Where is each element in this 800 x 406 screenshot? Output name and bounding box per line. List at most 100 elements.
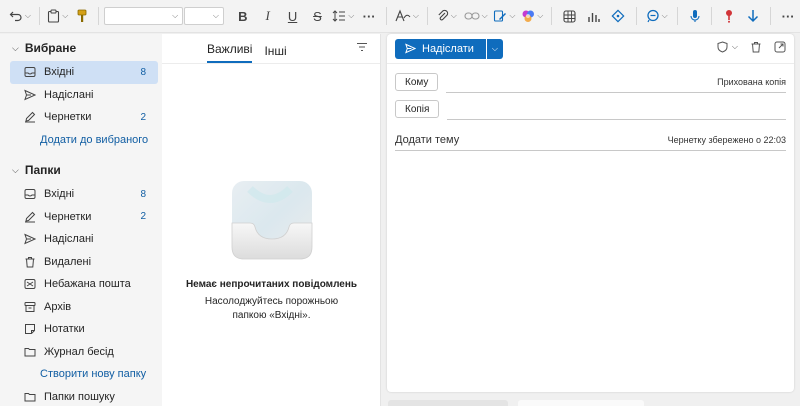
- pencil-icon: [24, 211, 36, 223]
- folder-icon: [24, 346, 36, 358]
- folder-item-deleted[interactable]: Видалені: [10, 251, 158, 274]
- line-spacing-button[interactable]: ⌵: [329, 4, 357, 28]
- pop-out-button[interactable]: [774, 41, 786, 53]
- pop-out-icon: [774, 41, 786, 53]
- sidebar-item-label: Архів: [44, 300, 72, 313]
- loop-button[interactable]: ⌵: [642, 4, 672, 28]
- apps-button[interactable]: [605, 4, 631, 28]
- styles-button[interactable]: ⌵: [392, 4, 422, 28]
- bottom-tab[interactable]: [518, 400, 644, 406]
- inbox-tabs: Важливі Інші: [162, 34, 380, 64]
- dictate-button[interactable]: [683, 4, 707, 28]
- importance-low-button[interactable]: [741, 4, 765, 28]
- folder-item-junk[interactable]: Небажана пошта: [10, 273, 158, 296]
- format-painter-button[interactable]: [71, 4, 93, 28]
- folder-item-sent[interactable]: Надіслані: [10, 228, 158, 251]
- sidebar-item-label: Надіслані: [44, 88, 94, 101]
- toolbar-divider: [711, 7, 713, 25]
- font-size-select[interactable]: ⌵: [184, 7, 224, 25]
- sidebar-item-label: Вхідні: [44, 188, 75, 201]
- folder-pane: ⌵ Вибране Вхідні 8 Надіслані Чернетки 2 …: [0, 34, 162, 406]
- favorite-item-inbox[interactable]: Вхідні 8: [10, 61, 158, 84]
- pencil-icon: [24, 111, 36, 123]
- more-options-button[interactable]: ···: [776, 4, 800, 28]
- bold-button[interactable]: B: [230, 4, 256, 28]
- sidebar-item-label: Журнал бесід: [44, 345, 114, 358]
- folder-item-archive[interactable]: Архів: [10, 296, 158, 319]
- font-name-select[interactable]: ⌵: [103, 7, 184, 25]
- bcc-button[interactable]: Прихована копія: [717, 77, 786, 87]
- favorites-header[interactable]: ⌵ Вибране: [0, 35, 162, 61]
- filter-icon: [357, 42, 367, 52]
- chevron-down-icon: ⌵: [491, 43, 498, 53]
- discard-button[interactable]: [750, 41, 762, 53]
- table-icon: [563, 9, 576, 23]
- to-button[interactable]: Кому: [395, 73, 439, 91]
- note-icon: [24, 323, 36, 335]
- folders-title: Папки: [24, 163, 61, 177]
- sidebar-item-label: Вхідні: [44, 66, 75, 79]
- strikethrough-button[interactable]: S: [305, 4, 329, 28]
- cc-field[interactable]: [447, 98, 786, 120]
- folder-item-search-folders[interactable]: Папки пошуку: [10, 386, 158, 406]
- clipboard-icon: [48, 9, 60, 23]
- insert-table-button[interactable]: [557, 4, 581, 28]
- copilot-button[interactable]: ⌵: [518, 4, 546, 28]
- compose-pane: Надіслати ⌵ ⌵ Кому Прихована копія Копія…: [387, 34, 794, 392]
- create-folder-link[interactable]: Створити нову папку: [0, 363, 162, 386]
- sensitivity-button[interactable]: ⌵: [717, 41, 738, 53]
- signature-button[interactable]: ⌵: [491, 4, 519, 28]
- undo-button[interactable]: ⌵: [6, 4, 34, 28]
- trash-icon: [24, 256, 36, 268]
- more-formatting-button[interactable]: ···: [357, 4, 381, 28]
- importance-high-button[interactable]: [717, 4, 741, 28]
- message-list-pane: Важливі Інші Немає непрочитаних повідомл…: [162, 34, 381, 406]
- tab-other[interactable]: Інші: [264, 44, 286, 63]
- paste-button[interactable]: ⌵: [45, 4, 71, 28]
- line-spacing-icon: [332, 10, 346, 22]
- draft-saved-status: Чернетку збережено о 22:03: [667, 134, 786, 145]
- exclamation-icon: [726, 10, 733, 23]
- folders-header[interactable]: ⌵ Папки: [0, 157, 162, 183]
- favorite-item-sent[interactable]: Надіслані: [10, 84, 158, 107]
- italic-button[interactable]: I: [256, 4, 280, 28]
- toolbar-divider: [386, 7, 388, 25]
- junk-icon: [24, 278, 36, 290]
- insert-link-button[interactable]: ⌵: [461, 4, 491, 28]
- folder-item-conversation-history[interactable]: Журнал бесід: [10, 341, 158, 364]
- send-button[interactable]: Надіслати: [395, 38, 486, 59]
- to-field[interactable]: Прихована копія: [446, 71, 786, 93]
- inbox-icon: [24, 188, 36, 200]
- add-to-favorites-link[interactable]: Додати до вибраного: [0, 129, 162, 152]
- send-label: Надіслати: [422, 42, 474, 55]
- format-painter-icon: [77, 9, 87, 22]
- chevron-down-icon: ⌵: [12, 42, 19, 53]
- sidebar-item-label: Чернетки: [44, 111, 92, 124]
- unread-count: 2: [140, 111, 146, 123]
- unread-count: 2: [140, 211, 146, 223]
- insert-chart-button[interactable]: [581, 4, 605, 28]
- toolbar-divider: [38, 7, 40, 25]
- tab-focused[interactable]: Важливі: [207, 42, 253, 63]
- apps-icon: [611, 9, 625, 23]
- loop-icon: [647, 9, 659, 23]
- toolbar-divider: [97, 7, 99, 25]
- send-options-dropdown[interactable]: ⌵: [486, 38, 503, 59]
- subject-placeholder: Додати тему: [395, 133, 460, 146]
- folder-item-notes[interactable]: Нотатки: [10, 318, 158, 341]
- folder-item-drafts[interactable]: Чернетки 2: [10, 206, 158, 229]
- bottom-tab[interactable]: [388, 400, 508, 406]
- favorite-item-drafts[interactable]: Чернетки 2: [10, 106, 158, 129]
- sidebar-item-label: Папки пошуку: [44, 390, 115, 403]
- underline-button[interactable]: U: [280, 4, 306, 28]
- chevron-down-icon: ⌵: [212, 11, 219, 20]
- link-icon: [464, 12, 480, 20]
- attach-file-button[interactable]: ⌵: [433, 4, 461, 28]
- shield-icon: [717, 41, 728, 53]
- filter-button[interactable]: [356, 42, 368, 55]
- sidebar-item-label: Видалені: [44, 255, 92, 268]
- compose-header: Надіслати ⌵ ⌵: [387, 34, 794, 64]
- subject-field[interactable]: Додати тему Чернетку збережено о 22:03: [395, 129, 786, 151]
- folder-item-inbox[interactable]: Вхідні 8: [10, 183, 158, 206]
- cc-button[interactable]: Копія: [395, 100, 440, 118]
